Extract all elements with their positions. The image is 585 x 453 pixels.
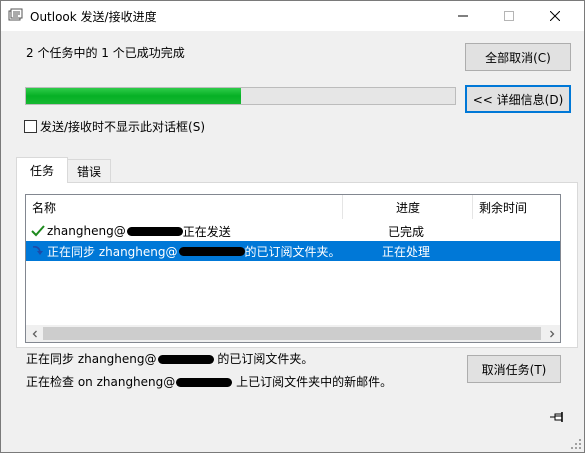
title-bar[interactable]: Outlook 发送/接收进度: [1, 1, 584, 31]
column-header-name[interactable]: 名称: [26, 195, 342, 219]
close-icon: [550, 11, 560, 21]
column-header-progress[interactable]: 进度: [343, 195, 473, 219]
task-progress: 已完成: [388, 224, 425, 239]
task-name-suffix: 正在发送: [182, 224, 231, 239]
column-header-remaining[interactable]: 剩余时间: [473, 195, 560, 219]
task-progress: 正在处理: [382, 244, 431, 259]
send-receive-progress-dialog: Outlook 发送/接收进度 2 个任务中的 1 个已成功完成 全部取消(C)…: [0, 0, 585, 453]
close-button[interactable]: [532, 1, 578, 31]
chevron-left-icon: [32, 330, 37, 337]
dont-show-dialog-option[interactable]: 发送/接收时不显示此对话框(S): [24, 118, 205, 135]
detail-line-check: 正在检查 on zhangheng@ 上已订阅文件夹中的新邮件。: [26, 373, 392, 390]
outlook-send-receive-icon: [8, 8, 23, 21]
detail-line-sync: 正在同步 zhangheng@ 的已订阅文件夹。: [26, 350, 313, 367]
maximize-button[interactable]: [486, 1, 532, 31]
redacted-text: [157, 355, 214, 364]
resize-grip-icon[interactable]: [570, 438, 582, 450]
dont-show-dialog-checkbox[interactable]: [24, 120, 37, 133]
task-row-syncing[interactable]: 正在同步 zhangheng@ 的已订阅文件夹。 正在处理: [26, 241, 560, 261]
detail-line-check-suffix: 上已订阅文件夹中的新邮件。: [232, 375, 393, 389]
maximize-icon: [504, 11, 514, 21]
task-row-sending[interactable]: zhangheng@ 正在发送 已完成: [26, 221, 560, 241]
task-name-prefix: 正在同步 zhangheng@: [47, 244, 178, 259]
status-summary: 2 个任务中的 1 个已成功完成: [26, 46, 185, 60]
chevron-right-icon: [549, 330, 554, 337]
dont-show-dialog-label: 发送/接收时不显示此对话框(S): [40, 120, 206, 134]
scroll-left-button[interactable]: [26, 325, 43, 342]
redacted-text: [126, 226, 183, 236]
minimize-button[interactable]: [440, 1, 486, 31]
cancel-task-button[interactable]: 取消任务(T): [467, 355, 561, 383]
detail-line-sync-suffix: 的已订阅文件夹。: [213, 352, 314, 366]
window-title: Outlook 发送/接收进度: [30, 10, 157, 24]
horizontal-scrollbar[interactable]: [26, 325, 560, 342]
task-name: zhangheng@ 正在发送: [47, 221, 231, 241]
detail-line-sync-prefix: 正在同步 zhangheng@: [26, 352, 157, 366]
cancel-all-button[interactable]: 全部取消(C): [465, 43, 571, 71]
overall-progress-bar: [25, 87, 456, 105]
progress-fill: [26, 88, 241, 104]
redacted-text: [178, 246, 245, 256]
checkmark-icon: [31, 225, 45, 237]
task-name-prefix: zhangheng@: [47, 224, 126, 238]
pin-icon[interactable]: [550, 411, 566, 423]
sync-arrow-icon: [32, 246, 43, 255]
scroll-right-button[interactable]: [543, 325, 560, 342]
tab-errors[interactable]: 错误: [67, 159, 111, 183]
task-name-suffix: 的已订阅文件夹。: [244, 244, 341, 259]
details-toggle-button[interactable]: << 详细信息(D): [465, 85, 571, 113]
task-name: 正在同步 zhangheng@ 的已订阅文件夹。: [47, 241, 341, 261]
redacted-text: [176, 378, 233, 387]
task-list[interactable]: 名称 进度 剩余时间 zhangheng@ 正在发送 已完成 正在同步 zhan…: [25, 194, 561, 343]
minimize-icon: [458, 15, 468, 17]
scrollbar-thumb[interactable]: [43, 327, 541, 340]
detail-line-check-prefix: 正在检查 on zhangheng@: [26, 375, 176, 389]
tab-tasks[interactable]: 任务: [16, 157, 68, 183]
